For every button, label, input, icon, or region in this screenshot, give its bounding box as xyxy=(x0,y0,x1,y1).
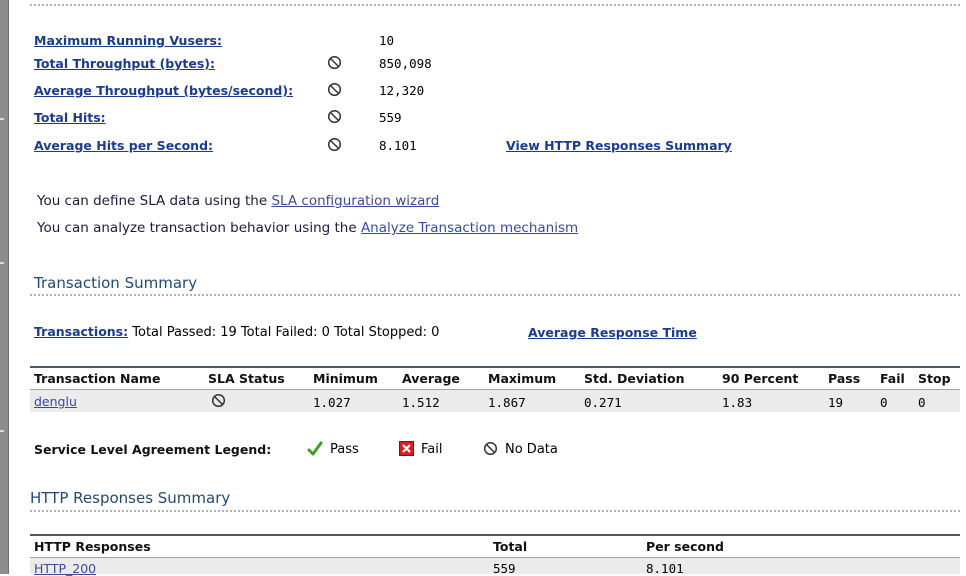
max-running-vusers-link[interactable]: Maximum Running Vusers: xyxy=(34,33,222,48)
transactions-link[interactable]: Transactions: xyxy=(34,324,128,339)
http-summary-divider xyxy=(30,510,960,512)
analyze-transaction-link[interactable]: Analyze Transaction mechanism xyxy=(361,220,578,236)
avg-hits-per-second-link[interactable]: Average Hits per Second: xyxy=(34,138,213,153)
transaction-name-link[interactable]: denglu xyxy=(34,394,77,409)
transactions-summary-line: Transactions: Total Passed: 19 Total Fai… xyxy=(34,324,439,340)
no-data-icon xyxy=(327,82,342,97)
http-table-top-rule xyxy=(30,534,960,536)
col-total: Total xyxy=(493,539,528,554)
transaction-table-top-rule xyxy=(30,366,960,368)
edge-mark xyxy=(0,262,4,264)
cell-average: 1.512 xyxy=(402,395,440,410)
total-throughput-value: 850,098 xyxy=(379,56,432,71)
avg-throughput-link[interactable]: Average Throughput (bytes/second): xyxy=(34,83,293,98)
col-90-percent: 90 Percent xyxy=(722,371,799,386)
cell-stop: 0 xyxy=(918,395,926,410)
sla-legend-label: Service Level Agreement Legend: xyxy=(34,442,272,457)
no-data-icon xyxy=(483,441,498,456)
col-sla-status: SLA Status xyxy=(208,371,285,386)
transactions-totals: Total Passed: 19 Total Failed: 0 Total S… xyxy=(128,325,440,340)
fail-x-icon xyxy=(399,441,414,456)
total-throughput-link[interactable]: Total Throughput (bytes): xyxy=(34,56,215,71)
no-data-icon xyxy=(327,137,342,152)
no-data-icon xyxy=(327,55,342,70)
sla-analyze-text: You can analyze transaction behavior usi… xyxy=(37,220,361,236)
pass-check-icon xyxy=(307,441,323,456)
col-transaction-name: Transaction Name xyxy=(34,371,161,386)
http-responses-summary-title: HTTP Responses Summary xyxy=(30,489,231,507)
left-window-edge xyxy=(0,0,9,574)
legend-fail-label: Fail xyxy=(421,442,443,457)
cell-90-percent: 1.83 xyxy=(722,395,753,410)
col-stop: Stop xyxy=(918,371,951,386)
max-running-vusers-value: 10 xyxy=(379,33,395,48)
edge-mark xyxy=(0,118,4,120)
no-data-icon xyxy=(211,393,226,408)
total-hits-value: 559 xyxy=(379,110,402,125)
sla-define-text: You can define SLA data using the xyxy=(37,193,272,209)
cell-maximum: 1.867 xyxy=(488,395,526,410)
legend-pass-label: Pass xyxy=(330,442,359,457)
avg-throughput-value: 12,320 xyxy=(379,83,425,98)
col-pass: Pass xyxy=(828,371,861,386)
cell-std-deviation: 0.271 xyxy=(584,395,622,410)
col-std-deviation: Std. Deviation xyxy=(584,371,685,386)
transaction-summary-divider xyxy=(30,294,960,296)
legend-no-data-label: No Data xyxy=(505,442,558,457)
sla-analyze-line: You can analyze transaction behavior usi… xyxy=(37,220,578,236)
sla-define-line: You can define SLA data using the SLA co… xyxy=(37,193,439,209)
cell-fail: 0 xyxy=(880,395,888,410)
col-average: Average xyxy=(402,371,460,386)
sla-configuration-wizard-link[interactable]: SLA configuration wizard xyxy=(271,193,439,209)
edge-mark xyxy=(0,430,4,432)
view-http-responses-summary-link[interactable]: View HTTP Responses Summary xyxy=(506,138,732,153)
col-minimum: Minimum xyxy=(313,371,378,386)
col-fail: Fail xyxy=(880,371,905,386)
average-response-time-link[interactable]: Average Response Time xyxy=(528,325,697,340)
cell-minimum: 1.027 xyxy=(313,395,351,410)
avg-hits-per-second-value: 8.101 xyxy=(379,138,417,153)
total-hits-link[interactable]: Total Hits: xyxy=(34,110,106,125)
col-per-second: Per second xyxy=(646,539,724,554)
top-divider xyxy=(30,4,960,6)
no-data-icon xyxy=(327,109,342,124)
cell-pass: 19 xyxy=(828,395,844,410)
col-maximum: Maximum xyxy=(488,371,557,386)
transaction-summary-title: Transaction Summary xyxy=(34,274,198,292)
col-http-responses: HTTP Responses xyxy=(34,539,151,554)
